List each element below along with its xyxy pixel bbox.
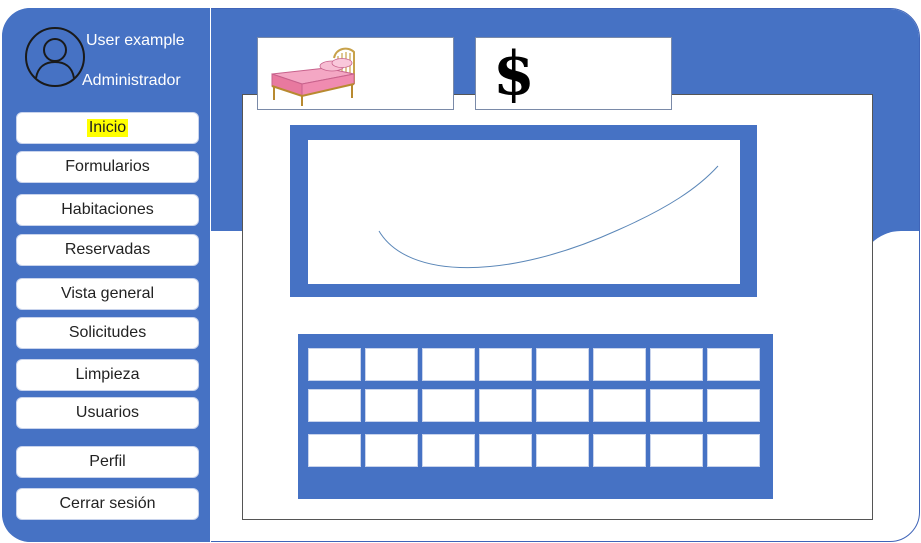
sidebar-item-reservadas[interactable]: Reservadas	[16, 234, 199, 266]
chart-panel	[290, 125, 757, 297]
sidebar-item-limpieza[interactable]: Limpieza	[16, 359, 199, 391]
chart-area	[308, 140, 740, 284]
room-grid-cell[interactable]	[593, 348, 646, 381]
room-grid-cell[interactable]	[650, 389, 703, 422]
bed-icon	[271, 47, 355, 106]
sidebar-item-habitaciones[interactable]: Habitaciones	[16, 194, 199, 226]
user-name: User example	[86, 32, 185, 49]
room-grid-cell[interactable]	[593, 434, 646, 467]
room-grid-cell[interactable]	[479, 434, 532, 467]
room-grid-cell[interactable]	[536, 434, 589, 467]
room-grid-cell[interactable]	[365, 389, 418, 422]
sidebar-item-label: Vista general	[60, 285, 155, 302]
sidebar-item-usuarios[interactable]: Usuarios	[16, 397, 199, 429]
room-grid-cell[interactable]	[422, 389, 475, 422]
sidebar: User example Administrador Inicio Formul…	[2, 8, 211, 542]
room-grid-cell[interactable]	[707, 389, 760, 422]
sidebar-item-formularios[interactable]: Formularios	[16, 151, 199, 183]
sidebar-item-label: Inicio	[86, 119, 129, 137]
room-grid-cell[interactable]	[650, 348, 703, 381]
room-grid-cell[interactable]	[308, 348, 361, 381]
room-grid-cell[interactable]	[365, 434, 418, 467]
sidebar-item-perfil[interactable]: Perfil	[16, 446, 199, 478]
room-grid-cell[interactable]	[308, 434, 361, 467]
room-grid-cell[interactable]	[308, 389, 361, 422]
sidebar-item-label: Usuarios	[75, 404, 140, 421]
user-avatar-icon[interactable]	[24, 26, 86, 88]
room-grid-cell[interactable]	[479, 348, 532, 381]
sidebar-item-label: Solicitudes	[68, 324, 147, 341]
sidebar-item-label: Cerrar sesión	[59, 495, 156, 512]
sidebar-item-cerrar-sesion[interactable]: Cerrar sesión	[16, 488, 199, 520]
sidebar-item-vista-general[interactable]: Vista general	[16, 278, 199, 310]
room-grid-cell[interactable]	[536, 389, 589, 422]
room-grid-cell[interactable]	[707, 348, 760, 381]
sidebar-item-solicitudes[interactable]: Solicitudes	[16, 317, 199, 349]
sidebar-item-inicio[interactable]: Inicio	[16, 112, 199, 144]
room-grid-cell[interactable]	[536, 348, 589, 381]
sidebar-item-label: Limpieza	[75, 366, 140, 383]
room-grid-cell[interactable]	[479, 389, 532, 422]
rooms-card[interactable]	[257, 37, 454, 110]
dollar-icon: $	[493, 39, 535, 109]
room-grid-cell[interactable]	[365, 348, 418, 381]
room-grid-cell[interactable]	[422, 434, 475, 467]
user-role: Administrador	[82, 72, 181, 89]
sidebar-item-label: Reservadas	[64, 241, 151, 258]
room-grid-cell[interactable]	[593, 389, 646, 422]
sidebar-item-label: Formularios	[65, 158, 150, 175]
sidebar-item-label: Perfil	[89, 453, 126, 470]
sidebar-item-label: Habitaciones	[61, 201, 154, 218]
room-grid-cell[interactable]	[707, 434, 760, 467]
room-grid-cell[interactable]	[422, 348, 475, 381]
trend-line	[378, 165, 719, 269]
room-grid-cell[interactable]	[650, 434, 703, 467]
income-card[interactable]: $	[475, 37, 672, 110]
user-block: User example Administrador	[16, 22, 206, 104]
room-grid-panel	[298, 334, 773, 499]
